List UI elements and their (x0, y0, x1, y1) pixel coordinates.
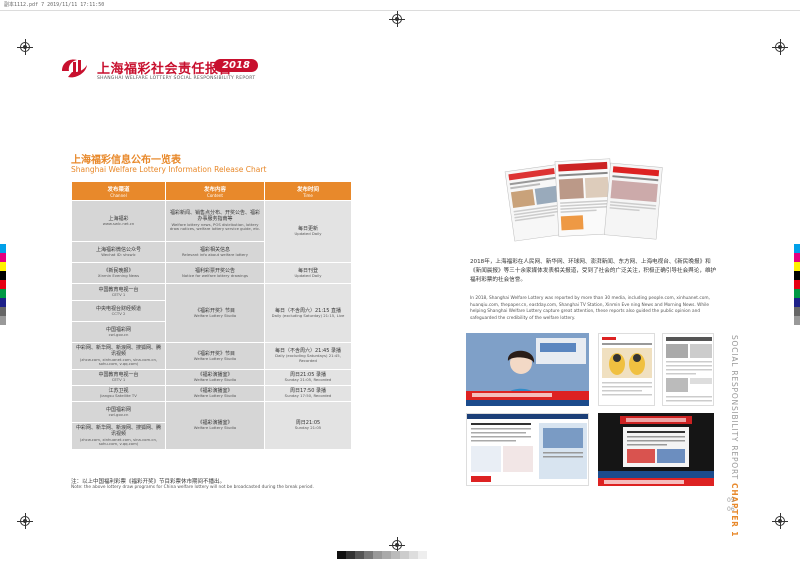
table-row: 《新民晚报》 Xinmin Evening News 福利彩票开奖公告 Notice… (72, 263, 351, 283)
newspaper-collage-image (504, 158, 663, 242)
body-text-zh: 2018年，上海福彩在人民网、新华网、环球网、澎湃新闻、东方网、上海电视台、《新… (470, 259, 717, 284)
registration-mark-icon (389, 537, 405, 553)
page-number-current: 05 (727, 497, 735, 504)
time-cell: 每日（不含周六）21:45 录播 Daily (excluding Saturda… (265, 343, 351, 369)
channel-cell: 中彩网、新华网、新浪网、搜狐网、腾讯视频 (zhcw.com, xinhuanet… (72, 343, 165, 369)
content-cell: 福彩相关信息 Relevant info about welfare lotter… (166, 242, 264, 262)
file-label: 副本1112.pdf 7 2019/11/11 17:11:50 (4, 2, 105, 8)
side-report-label: SOCIAL RESPONSIBILITY REPORT CHAPTER 1 (729, 335, 741, 537)
web-article-screenshot (466, 413, 589, 486)
table-header-row: 发布渠道 Channel 发布内容 Content 发布时间 Time (72, 182, 351, 200)
lottery-logo-icon (62, 59, 87, 78)
content-cell: 《福彩演播室》 Welfare Lottery Studio (166, 386, 264, 401)
tv-program-screenshot (598, 413, 714, 486)
color-calibration-bar (794, 244, 800, 325)
column-header-content: 发布内容 Content (166, 182, 264, 200)
time-cell: 周日21:05 录播 Sunday 21:05, Recorded (265, 370, 351, 385)
section-subtitle: Shanghai Welfare Lottery Information Rel… (71, 165, 267, 174)
content-cell: 福彩新闻、销售点分布、开奖公告、福彩办事服务指南等 Welfare lottery… (166, 201, 264, 241)
time-cell: 周日21:05 Sunday 21:05 (265, 402, 351, 449)
gray-calibration-bar (337, 551, 427, 559)
newspaper-page-screenshot (662, 333, 714, 406)
time-cell: 周日17:50 录播 Sunday 17:50, Recorded (265, 386, 351, 401)
table-row: 中彩网、新华网、新浪网、搜狐网、腾讯视频 (zhcw.com, xinhuanet… (72, 343, 351, 369)
news-article-screenshot (598, 333, 655, 406)
column-header-channel: 发布渠道 Channel (72, 182, 165, 200)
registration-mark-icon (17, 513, 33, 529)
channel-cell: 上海福彩微信公众号 Wechat ID: shswlc (72, 242, 165, 262)
channel-cell: 中国教育电视一台 CETV 1 (72, 370, 165, 385)
report-title: 上海福彩社会责任报告 (97, 62, 233, 77)
channel-cell: 中国福彩网 cwl.gov.cn (72, 402, 165, 422)
report-subtitle: SHANGHAI WELFARE LOTTERY SOCIAL RESPONSI… (97, 76, 256, 81)
tv-news-screenshot (466, 333, 589, 406)
table-row: 上海福彩 www.swlc.net.cn 福彩新闻、销售点分布、开奖公告、福彩办事… (72, 201, 351, 262)
information-release-table: 发布渠道 Channel 发布内容 Content 发布时间 Time 上海福彩 www… (71, 181, 352, 450)
body-text-en: In 2018, Shanghai Welfare Lottery was re… (470, 296, 710, 321)
content-cell: 《福彩演播室》 Welfare Lottery Studio (166, 402, 264, 449)
channel-cell: 中国福彩网 cwl.gov.cn (72, 322, 165, 342)
channel-cell: 《新民晚报》 Xinmin Evening News (72, 263, 165, 283)
time-cell: 每日（不含周六）21:15 直播 Daily (excluding Saturda… (265, 284, 351, 342)
channel-cell: 江苏卫视 Jiangsu Satellite TV (72, 386, 165, 401)
registration-mark-icon (772, 513, 788, 529)
table-row: 中国教育电视一台 CETV 1 《福彩演播室》 Welfare Lottery St… (72, 370, 351, 385)
time-cell: 每日更新 Updated Daily (265, 201, 351, 262)
table-row: 江苏卫视 Jiangsu Satellite TV 《福彩演播室》 Welfare … (72, 386, 351, 401)
section-title: 上海福彩信息公布一览表 (71, 155, 181, 166)
side-label-text: SOCIAL RESPONSIBILITY REPORT (730, 335, 739, 480)
content-cell: 《福彩开奖》节目 Welfare Lottery Studio (166, 284, 264, 342)
spread-top-line (0, 10, 800, 11)
registration-mark-icon (772, 39, 788, 55)
registration-mark-icon (389, 11, 405, 27)
year-badge: 2018 (214, 59, 258, 72)
channel-cell: 上海福彩 www.swlc.net.cn (72, 201, 165, 241)
content-cell: 福利彩票开奖公告 Notice for welfare lottery drawi… (166, 263, 264, 283)
channel-cell: 中彩网、新华网、新浪网、搜狐网、腾讯视频 (zhcw.com, xinhuanet… (72, 423, 165, 449)
registration-mark-icon (17, 39, 33, 55)
table-row: 中国教育电视一台 CETV 1 《福彩开奖》节目 Welfare Lottery S… (72, 284, 351, 342)
channel-cell: 中国教育电视一台 CETV 1 (72, 284, 165, 300)
table-row: 中国福彩网 cwl.gov.cn 《福彩演播室》 Welfare Lottery S… (72, 402, 351, 449)
page-number: 05 06 (727, 496, 735, 514)
content-cell: 《福彩演播室》 Welfare Lottery Studio (166, 370, 264, 385)
footnote: 注：以上中国福利彩票《福彩开奖》节目彩票休市期间不播出。 (71, 479, 226, 485)
content-cell: 《福彩开奖》节目 Welfare Lottery Studio (166, 343, 264, 369)
page-number-total: 06 (727, 506, 735, 513)
time-cell: 每日刊登 Updated Daily (265, 263, 351, 283)
color-calibration-bar (0, 244, 6, 325)
footnote-en: Note: the above lottery draw programs fo… (71, 485, 314, 490)
column-header-time: 发布时间 Time (265, 182, 351, 200)
channel-cell: 中央电视台财经频道 CCTV 2 (72, 301, 165, 321)
